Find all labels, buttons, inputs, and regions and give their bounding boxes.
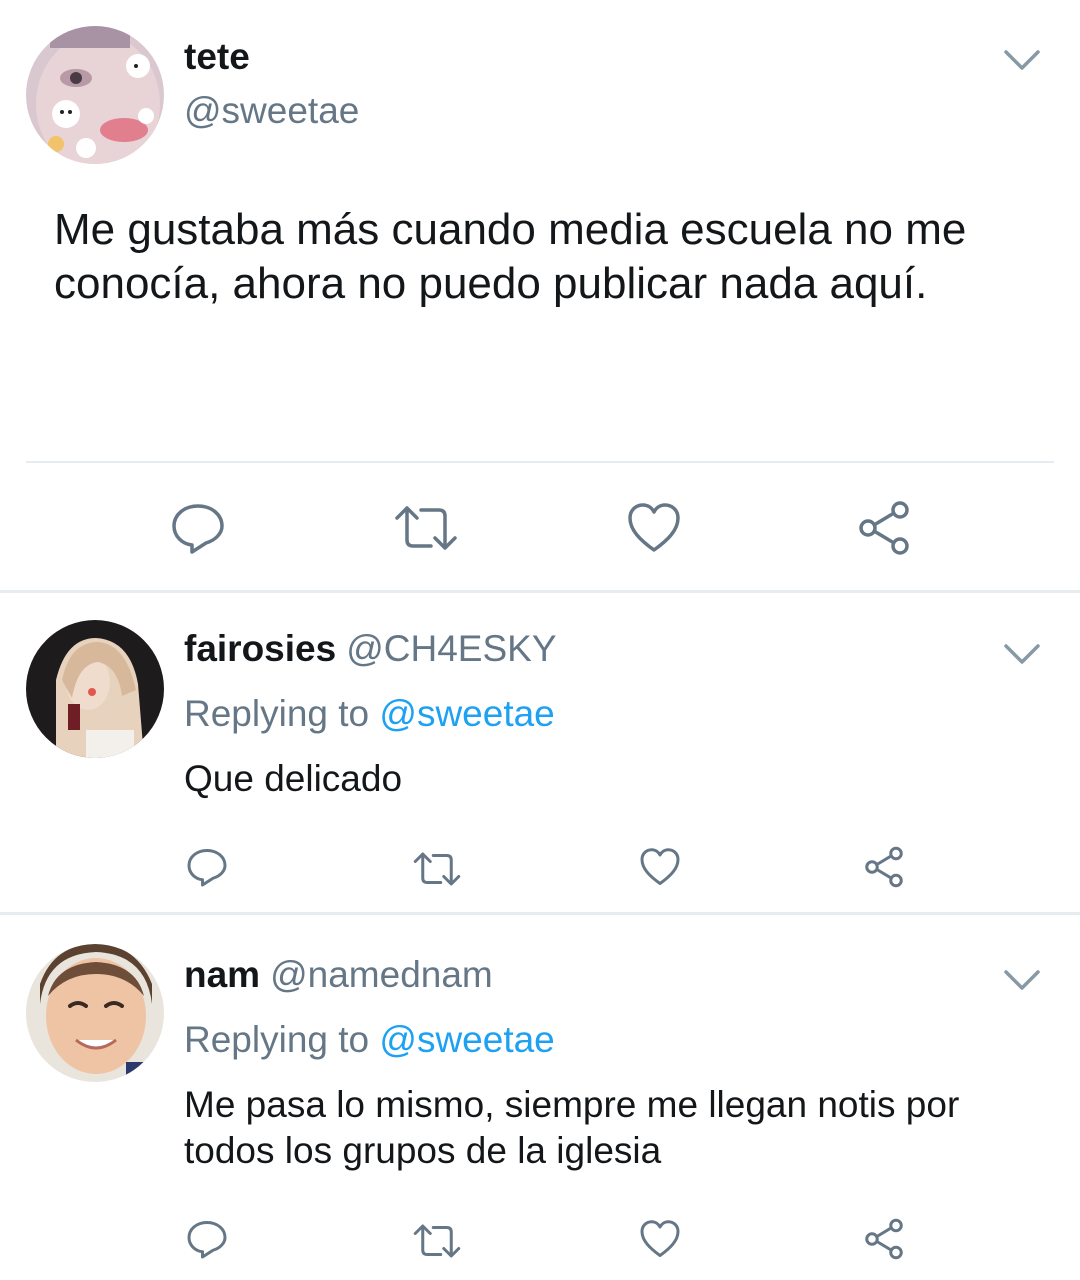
avatar-smiling-man-icon (26, 944, 164, 1082)
replying-to-label: Replying to (184, 693, 380, 734)
reply-text: Que delicado (184, 758, 403, 799)
avatar-face-stickers-icon (26, 26, 164, 164)
author-handle[interactable]: @namednam (270, 954, 493, 995)
avatar-blonde-woman-icon (26, 620, 164, 758)
reply-avatar[interactable] (26, 620, 164, 758)
reply-header: fairosies @CH4ESKY (184, 628, 557, 670)
like-icon[interactable] (626, 500, 682, 556)
tweet-text: Me gustaba más cuando media escuela no m… (54, 205, 967, 308)
retweet-icon[interactable] (412, 1220, 462, 1262)
divider (26, 461, 1054, 463)
replying-to: Replying to @sweetae (184, 693, 555, 735)
author-name[interactable]: fairosies (184, 628, 336, 669)
divider (0, 590, 1080, 593)
reply-icon[interactable] (186, 1218, 228, 1260)
author-handle[interactable]: @CH4ESKY (346, 628, 556, 669)
share-icon[interactable] (856, 500, 912, 556)
reply-text: Me pasa lo mismo, siempre me llegan noti… (184, 1084, 960, 1171)
divider (0, 912, 1080, 915)
chevron-down-icon[interactable] (1002, 44, 1042, 74)
reply-header: nam @namednam (184, 954, 493, 996)
replying-to-label: Replying to (184, 1019, 380, 1060)
like-icon[interactable] (638, 846, 682, 888)
retweet-icon[interactable] (393, 500, 459, 556)
author-name[interactable]: tete (184, 36, 250, 78)
author-name[interactable]: nam (184, 954, 260, 995)
mention-link[interactable]: @sweetae (379, 693, 554, 734)
reply-avatar[interactable] (26, 944, 164, 1082)
main-avatar[interactable] (26, 26, 164, 164)
retweet-icon[interactable] (412, 848, 462, 890)
chevron-down-icon[interactable] (1002, 638, 1042, 668)
like-icon[interactable] (638, 1218, 682, 1260)
reply-icon[interactable] (186, 846, 228, 888)
reply-icon[interactable] (170, 500, 226, 556)
author-handle[interactable]: @sweetae (184, 90, 359, 132)
chevron-down-icon[interactable] (1002, 964, 1042, 994)
mention-link[interactable]: @sweetae (379, 1019, 554, 1060)
replying-to: Replying to @sweetae (184, 1019, 555, 1061)
share-icon[interactable] (862, 846, 906, 888)
share-icon[interactable] (862, 1218, 906, 1260)
